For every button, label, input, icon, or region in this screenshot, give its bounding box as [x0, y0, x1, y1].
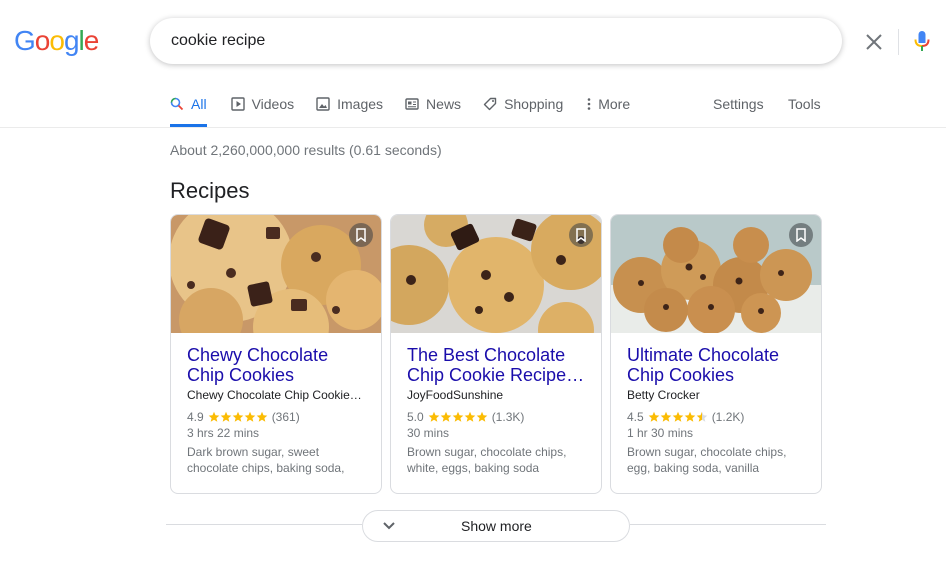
star-icon — [452, 411, 463, 422]
tab-images[interactable]: Images — [316, 94, 383, 114]
review-count: (1.2K) — [711, 410, 745, 424]
star-icon — [476, 411, 487, 422]
rating-value: 4.9 — [187, 410, 204, 424]
review-count: (361) — [271, 410, 300, 424]
bookmark-icon[interactable] — [569, 223, 593, 247]
star-icon — [684, 411, 695, 422]
tab-all[interactable]: All — [170, 94, 207, 127]
search-box — [150, 18, 930, 64]
tab-videos[interactable]: Videos — [230, 94, 295, 114]
divider-line — [166, 524, 362, 525]
star-icon — [464, 411, 475, 422]
star-icon — [648, 411, 659, 422]
star-icon — [244, 411, 255, 422]
recipe-source: Chewy Chocolate Chip Cookie… — [187, 388, 362, 402]
bookmark-icon[interactable] — [789, 223, 813, 247]
star-icon — [256, 411, 267, 422]
tag-icon — [483, 97, 497, 111]
rating-value: 4.5 — [627, 410, 644, 424]
google-logo[interactable]: Google — [14, 25, 100, 56]
cook-time: 1 hr 30 mins — [627, 426, 694, 440]
tab-label: More — [598, 96, 631, 112]
recipe-card[interactable]: The Best Chocolate Chip Cookie Recipe… J… — [390, 214, 602, 494]
tab-shopping[interactable]: Shopping — [483, 94, 563, 114]
star-icon — [232, 411, 243, 422]
header-divider — [0, 127, 946, 128]
star-icon — [208, 411, 219, 422]
search-tabs: All Videos Images News Shopping More — [170, 94, 652, 128]
search-divider — [898, 29, 899, 55]
tab-label: All — [191, 96, 207, 112]
recipe-carousel: Chewy Chocolate Chip Cookies Chewy Choco… — [170, 214, 830, 494]
logo-letter: G — [14, 25, 36, 56]
recipe-image — [171, 215, 381, 333]
cook-time: 3 hrs 22 mins — [187, 426, 260, 440]
recipe-card[interactable]: Chewy Chocolate Chip Cookies Chewy Choco… — [170, 214, 382, 494]
rating-row: 4.9 (361) — [187, 409, 365, 425]
star-rating — [648, 411, 708, 423]
search-icon — [170, 97, 184, 111]
logo-letter: o — [34, 25, 51, 56]
tab-label: Videos — [251, 96, 295, 112]
close-icon[interactable] — [862, 30, 886, 54]
rating-value: 5.0 — [407, 410, 424, 424]
bookmark-icon[interactable] — [349, 223, 373, 247]
ingredients: Brown sugar, chocolate chips, white, egg… — [407, 445, 567, 475]
divider-line — [630, 524, 826, 525]
logo-letter: g — [63, 25, 80, 56]
star-rating — [428, 411, 488, 423]
rating-row: 4.5 (1.2K) — [627, 409, 805, 425]
settings-link[interactable]: Settings — [713, 94, 764, 114]
search-input[interactable] — [171, 30, 691, 52]
mic-icon[interactable] — [910, 29, 934, 53]
star-icon — [220, 411, 231, 422]
tab-label: Images — [337, 96, 384, 112]
recipe-title[interactable]: The Best Chocolate Chip Cookie Recipe… — [407, 345, 585, 385]
logo-letter: o — [49, 25, 65, 56]
ingredients: Dark brown sugar, sweet chocolate chips,… — [187, 445, 345, 475]
review-count: (1.3K) — [491, 410, 525, 424]
rating-row: 5.0 (1.3K) — [407, 409, 585, 425]
recipe-card[interactable]: Ultimate Chocolate Chip Cookies Betty Cr… — [610, 214, 822, 494]
news-icon — [405, 97, 419, 111]
tab-more[interactable]: More — [585, 94, 630, 114]
recipe-image — [611, 215, 821, 333]
more-vert-icon — [585, 97, 593, 111]
ingredients: Brown sugar, chocolate chips, egg, bakin… — [627, 445, 787, 475]
recipe-title[interactable]: Ultimate Chocolate Chip Cookies — [627, 345, 805, 385]
result-stats: About 2,260,000,000 results (0.61 second… — [170, 142, 442, 158]
cook-time: 30 mins — [407, 426, 450, 440]
show-more-button[interactable]: Show more — [362, 510, 630, 542]
recipe-source: JoyFoodSunshine — [407, 388, 504, 402]
chevron-down-icon — [381, 518, 397, 534]
star-icon — [428, 411, 439, 422]
star-icon — [440, 411, 451, 422]
recipe-source: Betty Crocker — [627, 388, 700, 402]
image-icon — [316, 97, 330, 111]
recipe-title[interactable]: Chewy Chocolate Chip Cookies — [187, 345, 365, 385]
recipe-image — [391, 215, 601, 333]
tools-link[interactable]: Tools — [788, 94, 821, 114]
tab-label: News — [426, 96, 462, 112]
star-icon — [672, 411, 683, 422]
logo-letter: e — [83, 25, 100, 56]
section-title: Recipes — [170, 178, 250, 203]
star-icon — [660, 411, 671, 422]
tab-news[interactable]: News — [405, 94, 461, 114]
play-icon — [230, 97, 245, 111]
tab-label: Shopping — [504, 96, 564, 112]
star-icon — [696, 411, 707, 422]
show-more-label: Show more — [461, 518, 532, 534]
star-rating — [208, 411, 268, 423]
